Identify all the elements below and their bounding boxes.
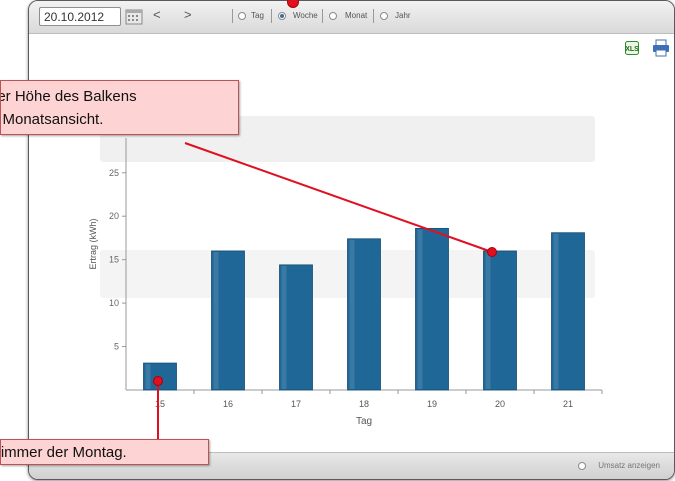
callout-box: st immer der Montag. xyxy=(0,439,209,465)
callout-text: st immer der Montag. xyxy=(0,444,127,461)
x-tick-label: 15 xyxy=(155,399,165,409)
callout-marker xyxy=(153,376,163,386)
x-tick-label: 19 xyxy=(427,399,437,409)
y-tick-label: 25 xyxy=(109,168,119,178)
y-tick-label: 5 xyxy=(114,342,119,352)
x-tick-label: 18 xyxy=(359,399,369,409)
y-tick-label: 10 xyxy=(109,298,119,308)
bar-highlight xyxy=(553,233,559,389)
bar-highlight xyxy=(145,364,151,389)
callout-box: der Höhe des Balkens er Monatsansicht. xyxy=(0,80,239,135)
bar-highlight xyxy=(417,229,423,389)
bar-highlight xyxy=(485,251,491,389)
x-tick-label: 21 xyxy=(563,399,573,409)
y-tick-label: 20 xyxy=(109,211,119,221)
bar-chart: 5 10 15 20 25 15 16 17 18 19 20 21 Tag Ertrag (kWh… xyxy=(88,138,603,440)
x-axis-label: Tag xyxy=(356,416,372,427)
callout-text: der Höhe des Balkens xyxy=(0,88,137,105)
bar-highlight xyxy=(349,239,355,389)
x-tick-label: 20 xyxy=(495,399,505,409)
callout-arrow xyxy=(184,142,493,253)
callout-text: er Monatsansicht. xyxy=(1,111,104,128)
bar-highlight xyxy=(213,251,219,389)
y-axis-label: Ertrag (kWh) xyxy=(88,218,98,269)
x-tick-label: 17 xyxy=(291,399,301,409)
bar-highlight xyxy=(281,265,287,389)
callout-marker xyxy=(487,247,497,257)
x-tick-label: 16 xyxy=(223,399,233,409)
y-tick-label: 15 xyxy=(109,255,119,265)
